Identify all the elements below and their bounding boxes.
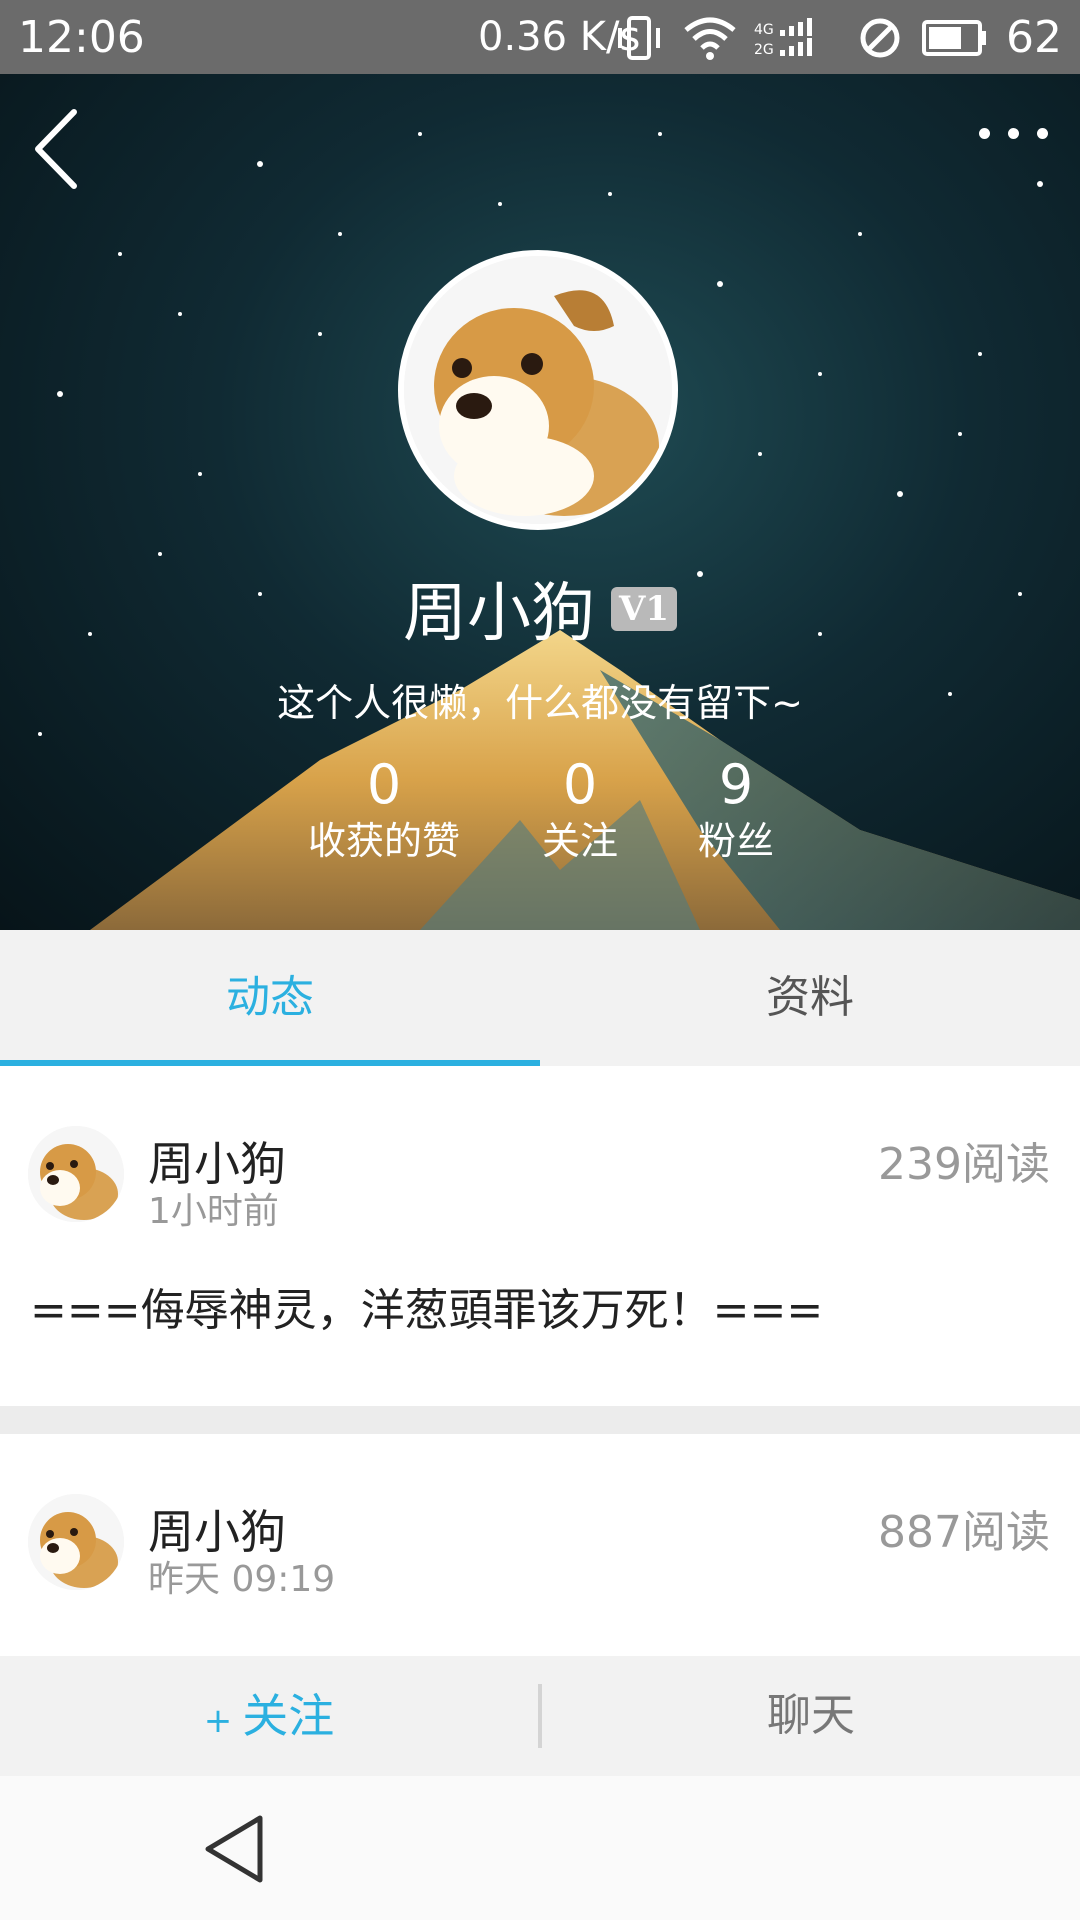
tab-profile-info[interactable]: 资料: [540, 930, 1080, 1066]
battery-level: 62: [1006, 12, 1062, 63]
do-not-disturb-icon: [860, 18, 900, 58]
follow-label: 关注: [242, 1689, 335, 1743]
post-author-avatar[interactable]: [28, 1494, 124, 1590]
puppy-avatar-image: [404, 256, 672, 524]
post-read-count: 887阅读: [878, 1507, 1050, 1558]
wifi-icon: [684, 17, 736, 60]
svg-text:2G: 2G: [754, 42, 774, 58]
profile-name-text: 周小狗: [402, 577, 595, 651]
chat-button[interactable]: 聊天: [542, 1656, 1080, 1776]
stat-likes[interactable]: 0 收获的赞: [294, 754, 474, 866]
post-time: 昨天 09:19: [148, 1559, 336, 1600]
puppy-avatar-image: [28, 1494, 124, 1590]
tab-activity[interactable]: 动态: [0, 930, 540, 1066]
feed-post[interactable]: 周小狗 1小时前 239阅读 ===侮辱神灵，洋葱頭罪该万死！===: [0, 1066, 1080, 1406]
post-time: 1小时前: [148, 1191, 279, 1232]
post-author-avatar[interactable]: [28, 1126, 124, 1222]
profile-avatar[interactable]: [398, 250, 678, 530]
signal-icon: 4G 2G: [754, 18, 812, 58]
more-options-icon[interactable]: [970, 114, 1060, 154]
system-nav-bar: [0, 1776, 1080, 1920]
feed-post[interactable]: 周小狗 昨天 09:19 887阅读: [0, 1434, 1080, 1656]
stat-fans-label: 粉丝: [697, 819, 774, 863]
plus-icon: +: [203, 1701, 233, 1741]
back-arrow-icon[interactable]: [26, 104, 96, 194]
profile-header: 周小狗 V1 这个人很懒，什么都没有留下~ 0 收获的赞 0 关注 9 粉丝: [0, 74, 1080, 930]
stat-fans[interactable]: 9 粉丝: [646, 754, 826, 866]
profile-bio: 这个人很懒，什么都没有留下~: [277, 681, 803, 725]
svg-text:4G: 4G: [754, 22, 774, 38]
nav-back-icon[interactable]: [200, 1812, 270, 1886]
post-read-count: 239阅读: [878, 1139, 1050, 1190]
status-time: 12:06: [18, 12, 145, 63]
status-bar: 12:06 0.36 K/s 4G 2G 62: [0, 0, 1080, 74]
profile-name: 周小狗 V1: [0, 562, 1080, 654]
follow-button[interactable]: + 关注: [0, 1656, 538, 1776]
puppy-avatar-image: [28, 1126, 124, 1222]
post-content[interactable]: ===侮辱神灵，洋葱頭罪该万死！===: [30, 1274, 823, 1338]
stat-likes-label: 收获的赞: [307, 819, 460, 863]
battery-icon: [922, 20, 986, 56]
stat-fans-value: 9: [718, 753, 754, 816]
stat-following-label: 关注: [541, 819, 618, 863]
vibrate-icon: [618, 16, 660, 60]
stat-likes-value: 0: [366, 753, 402, 816]
stat-following[interactable]: 0 关注: [490, 754, 670, 866]
level-badge: V1: [610, 587, 678, 632]
profile-tabs: 动态 资料: [0, 930, 1080, 1066]
stat-following-value: 0: [562, 753, 598, 816]
profile-action-bar: + 关注 聊天: [0, 1656, 1080, 1776]
